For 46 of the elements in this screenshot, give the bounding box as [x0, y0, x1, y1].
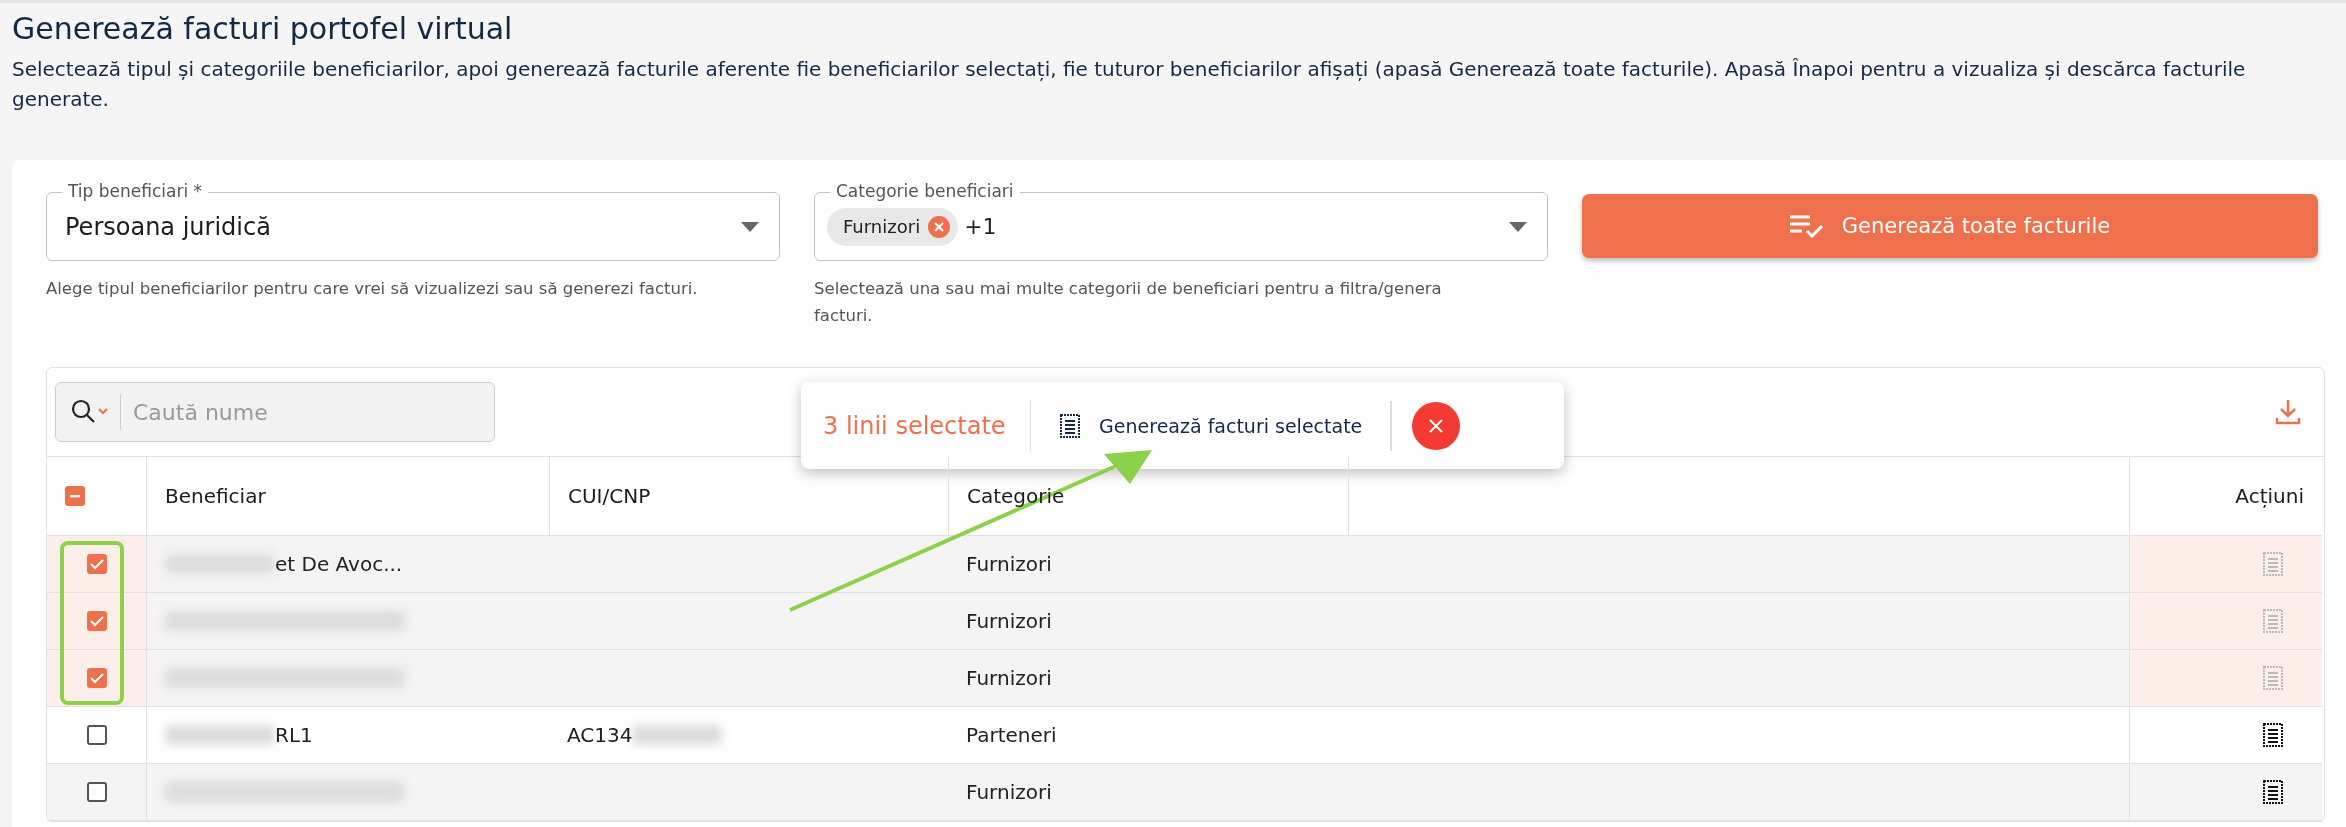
cell-text: RL1: [275, 723, 313, 747]
receipt-icon: [2262, 609, 2284, 633]
category-chip[interactable]: Furnizori: [827, 207, 959, 246]
generate-selected-button[interactable]: Generează facturi selectate: [1031, 413, 1391, 438]
field-label: Categorie beneficiari: [830, 180, 1020, 202]
cell-text: Furnizori: [966, 609, 1052, 633]
row-checkbox[interactable]: [86, 611, 107, 631]
download-icon[interactable]: [2274, 398, 2302, 426]
check-icon: [89, 672, 104, 684]
search-box[interactable]: Caută nume: [55, 382, 495, 442]
cell-text: Parteneri: [966, 723, 1057, 747]
row-checkbox[interactable]: [86, 668, 107, 688]
row-checkbox[interactable]: [86, 554, 107, 574]
checklist-icon: [1789, 214, 1824, 238]
close-icon: [1427, 417, 1444, 434]
cell-text: Furnizori: [966, 666, 1052, 690]
column-header[interactable]: CUI/CNP: [568, 484, 651, 508]
more-count: +1: [964, 214, 998, 239]
receipt-icon: [1059, 413, 1082, 438]
receipt-icon: [2262, 552, 2284, 576]
selection-count: 3 linii selectate: [823, 411, 1007, 440]
minus-icon: [70, 494, 80, 498]
cell-text: Furnizori: [966, 552, 1052, 576]
helper-text: Selectează una sau mai multe categorii de beneficiari pentru a filtra/genera facturi.: [814, 278, 1443, 327]
receipt-icon: [2262, 666, 2284, 690]
check-icon: [89, 615, 104, 627]
dropdown-caret-icon: [741, 221, 759, 232]
row-checkbox[interactable]: [86, 725, 107, 745]
cell-text: et De Avoc...: [275, 552, 403, 576]
cell-text: Furnizori: [966, 780, 1052, 804]
receipt-icon: [2262, 723, 2284, 747]
row-checkbox[interactable]: [86, 782, 107, 802]
receipt-icon: [2262, 780, 2284, 804]
remove-icon[interactable]: [928, 215, 951, 238]
page-description: Selectează tipul și categoriile beneficiarilor, apoi generează facturile aferente fie beneficiarilor selectați, fie tuturor beneficiarilor afișați (apasă Generează toate facturile). Apasă Înapoi pentru a vizualiza și descărca facturile generate.: [12, 56, 2247, 113]
page-title: Generează facturi portofel virtual: [12, 11, 514, 46]
search-input[interactable]: Caută nume: [120, 394, 480, 430]
field-label: Tip beneficiari *: [62, 180, 209, 202]
cell-text: AC134: [567, 723, 633, 747]
select-all-checkbox[interactable]: [65, 486, 85, 506]
select-value: Persoana juridică: [64, 212, 272, 241]
column-header[interactable]: Acțiuni: [2235, 484, 2304, 508]
check-icon: [89, 558, 104, 570]
column-header[interactable]: Beneficiar: [165, 484, 266, 508]
dropdown-caret-icon: [1509, 221, 1527, 232]
helper-text: Alege tipul beneficiarilor pentru care vrei să vizualizezi sau să generezi facturi.: [46, 278, 699, 300]
